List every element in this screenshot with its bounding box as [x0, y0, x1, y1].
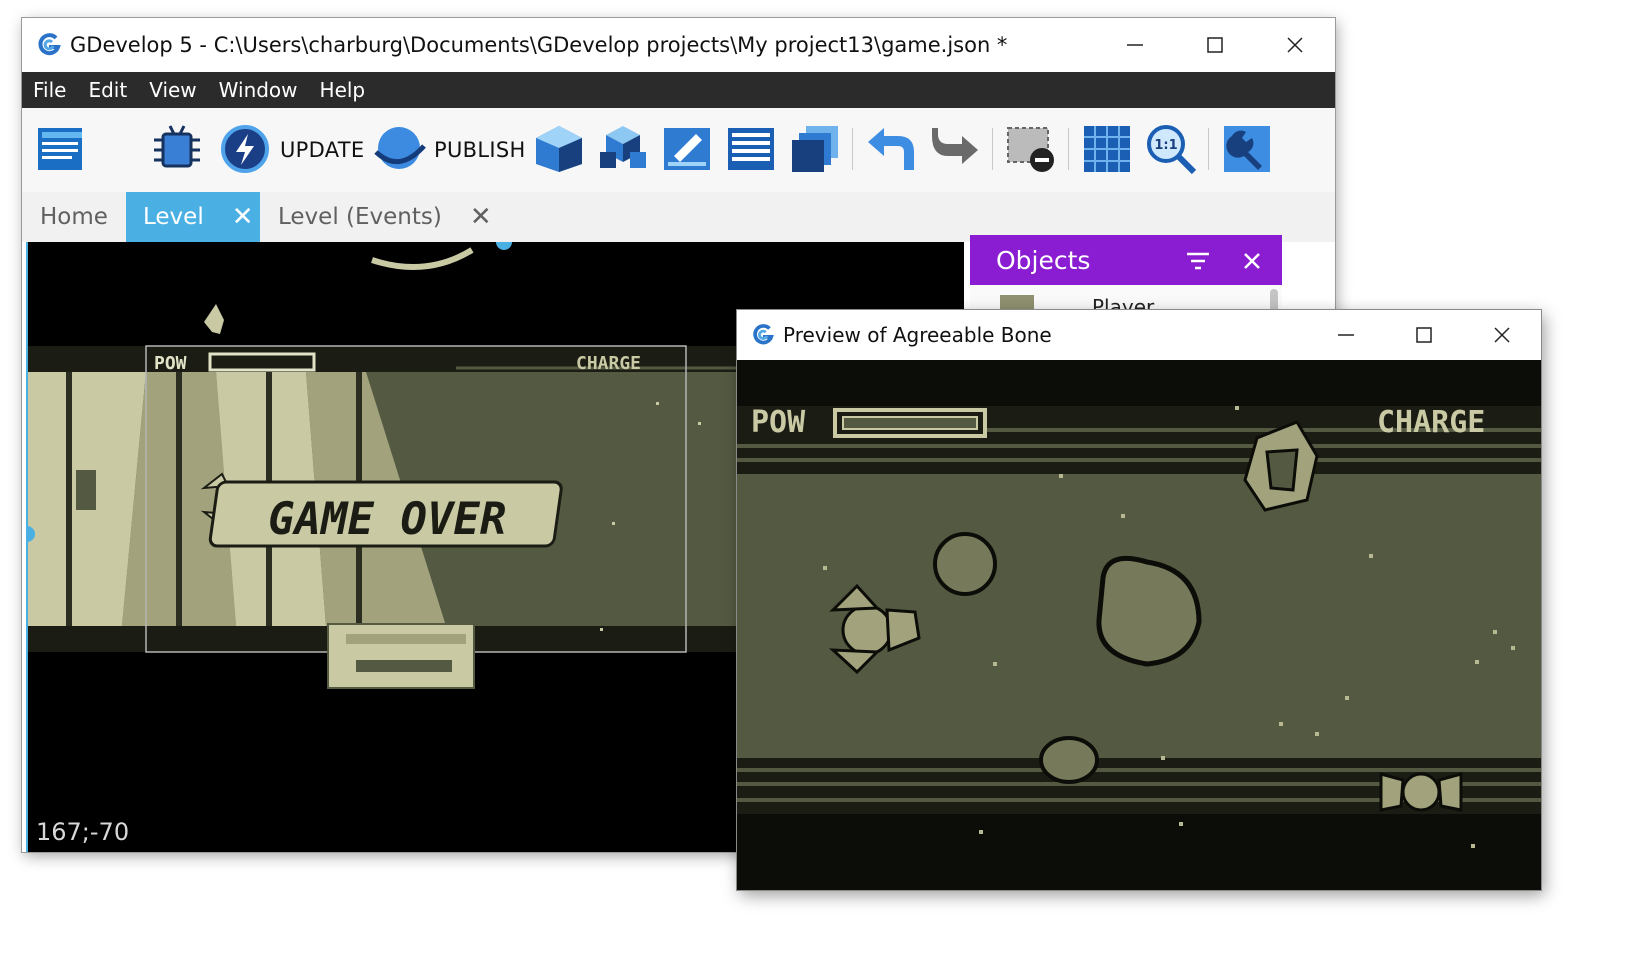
- title-bar: GDevelop 5 - C:\Users\charburg\Documents…: [22, 18, 1335, 72]
- toolbar-separator: [992, 128, 993, 170]
- tab-level-label: Level: [143, 204, 204, 230]
- game-over-text: GAME OVER: [268, 494, 506, 545]
- lightning-update-icon[interactable]: [218, 122, 272, 176]
- minimize-button[interactable]: [1095, 18, 1175, 72]
- hud-charge-label: CHARGE: [1377, 405, 1485, 440]
- close-button[interactable]: [1255, 18, 1335, 72]
- svg-text:1:1: 1:1: [1154, 138, 1177, 153]
- window-title: GDevelop 5 - C:\Users\charburg\Documents…: [70, 33, 1008, 57]
- preview-title-bar: Preview of Agreeable Bone: [737, 310, 1541, 360]
- close-icon: [1494, 327, 1510, 343]
- cursor-coordinates: 167;-70: [36, 818, 130, 846]
- gdevelop-logo-icon: [38, 33, 61, 56]
- tab-level[interactable]: Level ✕: [126, 192, 260, 242]
- hud-pow-label: POW: [751, 405, 806, 440]
- debugger-bug-icon[interactable]: [150, 122, 204, 176]
- objects-panel-title: Objects: [996, 245, 1091, 275]
- scene-edge-indicator: [26, 242, 28, 852]
- menu-file[interactable]: File: [22, 78, 77, 102]
- grid-icon[interactable]: [1080, 122, 1134, 176]
- project-manager-icon[interactable]: [34, 122, 88, 176]
- menu-edit[interactable]: Edit: [77, 78, 138, 102]
- undo-icon[interactable]: [864, 122, 918, 176]
- minimize-icon: [1127, 44, 1143, 46]
- objects-panel-header: Objects: [970, 235, 1282, 285]
- hide-instance-icon[interactable]: [1004, 122, 1058, 176]
- filter-icon[interactable]: [1186, 251, 1210, 271]
- toolbar-separator: [852, 128, 853, 170]
- tab-level-events[interactable]: Level (Events) ✕: [262, 192, 492, 242]
- update-button-label[interactable]: UPDATE: [280, 138, 364, 162]
- gdevelop-logo-icon: [753, 324, 774, 345]
- close-button[interactable]: [1463, 310, 1541, 360]
- publish-button-label[interactable]: PUBLISH: [434, 138, 526, 162]
- game-preview-canvas[interactable]: POW CHARGE: [737, 360, 1541, 890]
- close-panel-icon[interactable]: [1242, 251, 1262, 271]
- game-artwork: POW CHARGE: [737, 405, 1541, 848]
- maximize-icon: [1207, 37, 1223, 53]
- maximize-icon: [1416, 327, 1432, 343]
- svg-text:CHARGE: CHARGE: [576, 353, 641, 374]
- tab-home[interactable]: Home: [22, 192, 126, 242]
- properties-edit-icon[interactable]: [660, 122, 714, 176]
- zoom-reset-icon[interactable]: 1:1: [1144, 122, 1198, 176]
- toolbar-separator: [1068, 128, 1069, 170]
- close-icon: [1287, 37, 1303, 53]
- object-groups-icon[interactable]: [596, 122, 650, 176]
- maximize-button[interactable]: [1175, 18, 1255, 72]
- close-tab-icon[interactable]: ✕: [470, 202, 492, 232]
- objects-list-icon[interactable]: [532, 122, 586, 176]
- minimize-button[interactable]: [1307, 310, 1385, 360]
- menu-window[interactable]: Window: [208, 78, 309, 102]
- maximize-button[interactable]: [1385, 310, 1463, 360]
- layers-icon[interactable]: [788, 122, 842, 176]
- preview-window-title: Preview of Agreeable Bone: [783, 323, 1052, 347]
- redo-icon[interactable]: [928, 122, 982, 176]
- publish-globe-icon[interactable]: [372, 122, 426, 176]
- instances-list-icon[interactable]: [724, 122, 778, 176]
- tab-home-label: Home: [40, 204, 108, 230]
- toolbar-separator: [1208, 128, 1209, 170]
- tab-level-events-label: Level (Events): [278, 204, 442, 230]
- menu-view[interactable]: View: [138, 78, 207, 102]
- menu-bar: File Edit View Window Help: [22, 72, 1335, 108]
- minimize-icon: [1338, 334, 1354, 336]
- wrench-settings-icon[interactable]: [1220, 122, 1274, 176]
- preview-window: Preview of Agreeable Bone POW CHARGE: [737, 310, 1541, 890]
- toolbar: UPDATE PUBLISH 1:1: [22, 108, 1335, 192]
- svg-text:POW: POW: [154, 353, 187, 374]
- close-tab-icon[interactable]: ✕: [232, 202, 254, 232]
- menu-help[interactable]: Help: [309, 78, 377, 102]
